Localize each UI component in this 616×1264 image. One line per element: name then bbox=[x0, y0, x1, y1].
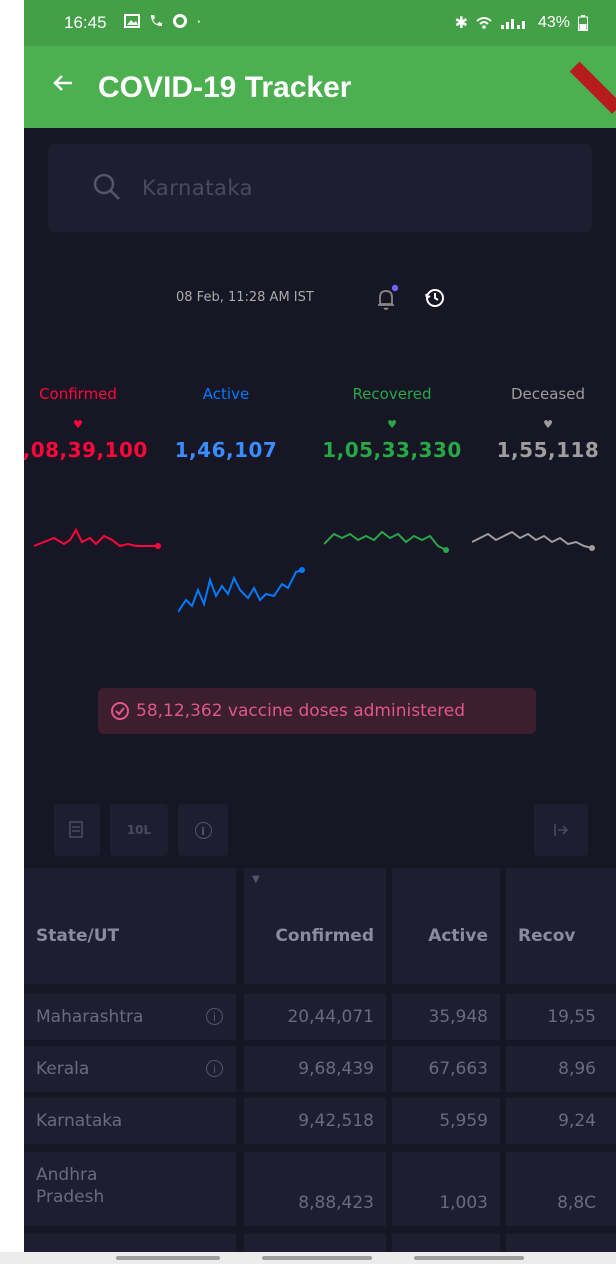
info-circle-icon[interactable]: i bbox=[206, 1008, 223, 1025]
info-button[interactable]: i bbox=[178, 804, 228, 856]
last-updated: 08 Feb, 11:28 AM IST bbox=[24, 282, 616, 312]
table-cell-confirmed: 9,68,439 bbox=[244, 1046, 386, 1092]
expand-table-button[interactable] bbox=[534, 804, 588, 856]
stat-value: 1,08,39,100 bbox=[24, 438, 148, 462]
table-cell-recovered: 8,8C bbox=[506, 1152, 616, 1226]
heart-icon: ♥ bbox=[387, 418, 397, 431]
bluetooth-icon: ✱ bbox=[454, 15, 468, 32]
table-row-state[interactable]: Karnataka bbox=[24, 1098, 236, 1144]
table-cell-recovered: 9,24 bbox=[506, 1098, 616, 1144]
table-row-state[interactable]: Maharashtra i bbox=[24, 994, 236, 1040]
app-screen: 16:45 · ✱ 43% COVID-19 Tracker Karnataka… bbox=[24, 0, 616, 1264]
bell-icon bbox=[378, 284, 399, 310]
heart-icon: ♥ bbox=[543, 418, 553, 431]
info-circle-icon[interactable]: i bbox=[206, 1060, 223, 1077]
vaccine-doses-banner[interactable]: 58,12,362 vaccine doses administered bbox=[98, 688, 536, 734]
back-button[interactable] bbox=[52, 70, 74, 100]
status-system-icons: ✱ 43% bbox=[455, 13, 588, 33]
sparkline-active bbox=[178, 567, 305, 613]
stat-value: 1,55,118 bbox=[496, 438, 600, 462]
nav-home-button[interactable] bbox=[262, 1256, 372, 1260]
signal-icon bbox=[500, 19, 525, 29]
search-icon bbox=[93, 173, 120, 200]
stat-value: 1,05,33,330 bbox=[322, 438, 462, 462]
status-time: 16:45 bbox=[64, 13, 107, 32]
search-input[interactable]: Karnataka bbox=[48, 144, 592, 232]
table-cell-recovered: 8,96 bbox=[506, 1046, 616, 1092]
table-cell-recovered: 19,55 bbox=[506, 994, 616, 1040]
page-title: COVID-19 Tracker bbox=[98, 71, 352, 104]
shield-check-icon bbox=[111, 702, 129, 720]
stat-confirmed[interactable]: Confirmed ♥ 1,08,39,100 bbox=[24, 385, 152, 462]
history-clock-icon bbox=[425, 289, 444, 307]
gallery-icon bbox=[124, 14, 140, 28]
system-nav-bar bbox=[0, 1252, 616, 1264]
last-updated-timestamp: 08 Feb, 11:28 AM IST bbox=[176, 290, 314, 305]
stat-label: Deceased bbox=[510, 385, 585, 403]
stat-active[interactable]: Active ♥ 1,46,107 bbox=[152, 385, 300, 462]
per-capita-button[interactable]: 10L bbox=[110, 804, 168, 856]
search-placeholder: Karnataka bbox=[142, 176, 253, 200]
heart-spacer: ♥ bbox=[221, 418, 231, 431]
whatsapp-icon bbox=[173, 14, 187, 28]
arrow-right-to-bar-icon bbox=[554, 824, 569, 836]
debug-banner bbox=[569, 61, 616, 114]
table-icon bbox=[69, 821, 83, 838]
sparkline-deceased bbox=[472, 530, 595, 551]
history-button[interactable] bbox=[422, 284, 448, 314]
table-cell-active: 67,663 bbox=[392, 1046, 500, 1092]
stat-label: Active bbox=[202, 385, 250, 403]
toggle-table-button[interactable] bbox=[54, 804, 100, 856]
stat-label: Recovered bbox=[352, 385, 432, 403]
table-header-active[interactable]: Active bbox=[392, 868, 500, 984]
stat-recovered[interactable]: Recovered ♥ 1,05,33,330 bbox=[318, 385, 466, 462]
sort-arrow-icon: ▼ bbox=[252, 874, 260, 885]
stat-value: 1,46,107 bbox=[174, 438, 278, 462]
nav-recents-button[interactable] bbox=[116, 1256, 220, 1260]
stat-label: Confirmed bbox=[39, 385, 117, 403]
wifi-icon bbox=[476, 17, 492, 29]
table-cell-confirmed: 20,44,071 bbox=[244, 994, 386, 1040]
sparkline-confirmed bbox=[34, 527, 161, 549]
vaccine-doses-text: 58,12,362 vaccine doses administered bbox=[136, 701, 466, 721]
notification-button[interactable] bbox=[374, 284, 400, 316]
status-notification-icons: · bbox=[124, 11, 202, 31]
table-cell-confirmed: 9,42,518 bbox=[244, 1098, 386, 1144]
table-header-confirmed[interactable]: ▼ Confirmed bbox=[244, 868, 386, 984]
status-dot-icon: · bbox=[196, 11, 202, 30]
table-row-state[interactable]: Kerala i bbox=[24, 1046, 236, 1092]
per-capita-label: 10L bbox=[126, 823, 152, 837]
status-bar: 16:45 · ✱ 43% bbox=[24, 0, 616, 46]
table-header-recovered[interactable]: Recov bbox=[506, 868, 616, 984]
battery-percent: 43% bbox=[537, 14, 570, 31]
table-header-state[interactable]: State/UT bbox=[24, 868, 236, 984]
table-cell-active: 35,948 bbox=[392, 994, 500, 1040]
table-cell-confirmed: 8,88,423 bbox=[244, 1152, 386, 1226]
nav-back-button[interactable] bbox=[414, 1256, 524, 1260]
heart-icon: ♥ bbox=[73, 418, 83, 431]
table-cell-active: 1,003 bbox=[392, 1152, 500, 1226]
info-circle-icon: i bbox=[194, 821, 212, 839]
stat-deceased[interactable]: Deceased ♥ 1,55,118 bbox=[474, 385, 616, 462]
battery-icon bbox=[578, 15, 588, 31]
table-cell-active: 5,959 bbox=[392, 1098, 500, 1144]
missed-call-icon bbox=[151, 15, 162, 26]
arrow-left-icon bbox=[53, 75, 72, 91]
table-row-state[interactable]: Andhra Pradesh bbox=[24, 1152, 236, 1226]
app-bar: COVID-19 Tracker bbox=[24, 46, 616, 128]
sparkline-recovered bbox=[324, 530, 449, 553]
